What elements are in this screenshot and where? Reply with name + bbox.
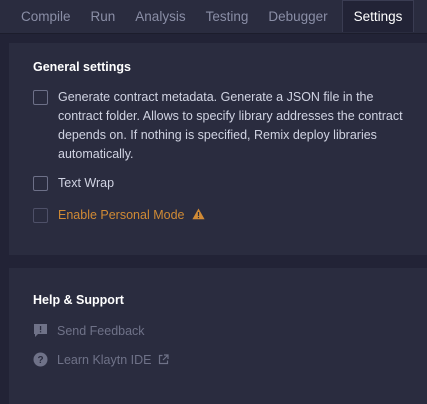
external-link-icon — [158, 354, 169, 365]
tab-testing[interactable]: Testing — [196, 0, 259, 32]
send-feedback-label: Send Feedback — [57, 323, 145, 338]
option-generate-metadata[interactable]: Generate contract metadata. Generate a J… — [33, 90, 408, 164]
generate-metadata-label: Generate contract metadata. Generate a J… — [58, 90, 403, 161]
warning-icon — [192, 207, 205, 226]
personal-mode-label: Enable Personal Mode — [58, 208, 185, 222]
text-wrap-label: Text Wrap — [58, 176, 115, 190]
learn-klaytn-ide-link[interactable]: ? Learn Klaytn IDE — [33, 352, 169, 367]
learn-klaytn-ide-label: Learn Klaytn IDE — [57, 352, 152, 367]
svg-text:?: ? — [37, 355, 43, 366]
general-settings-title: General settings — [33, 60, 131, 74]
tab-bar: Compile Run Analysis Testing Debugger Se… — [0, 0, 427, 34]
send-feedback-link[interactable]: Send Feedback — [33, 323, 145, 338]
help-support-title: Help & Support — [33, 293, 124, 307]
text-wrap-checkbox[interactable] — [33, 176, 48, 191]
tab-run[interactable]: Run — [81, 0, 126, 32]
personal-mode-label-wrap: Enable Personal Mode — [58, 206, 205, 226]
help-support-panel: Help & Support Send Feedback ? Learn Kla… — [9, 268, 427, 404]
tab-debugger[interactable]: Debugger — [258, 0, 337, 32]
help-circle-icon: ? — [33, 352, 48, 367]
feedback-icon — [33, 323, 48, 338]
generate-metadata-checkbox[interactable] — [33, 90, 48, 105]
tab-analysis[interactable]: Analysis — [125, 0, 195, 32]
general-settings-panel: General settings Generate contract metad… — [9, 43, 427, 255]
tab-settings[interactable]: Settings — [341, 0, 415, 32]
option-personal-mode[interactable]: Enable Personal Mode — [33, 208, 205, 226]
personal-mode-checkbox[interactable] — [33, 208, 48, 223]
option-text-wrap[interactable]: Text Wrap — [33, 176, 114, 193]
tab-compile[interactable]: Compile — [0, 0, 81, 32]
